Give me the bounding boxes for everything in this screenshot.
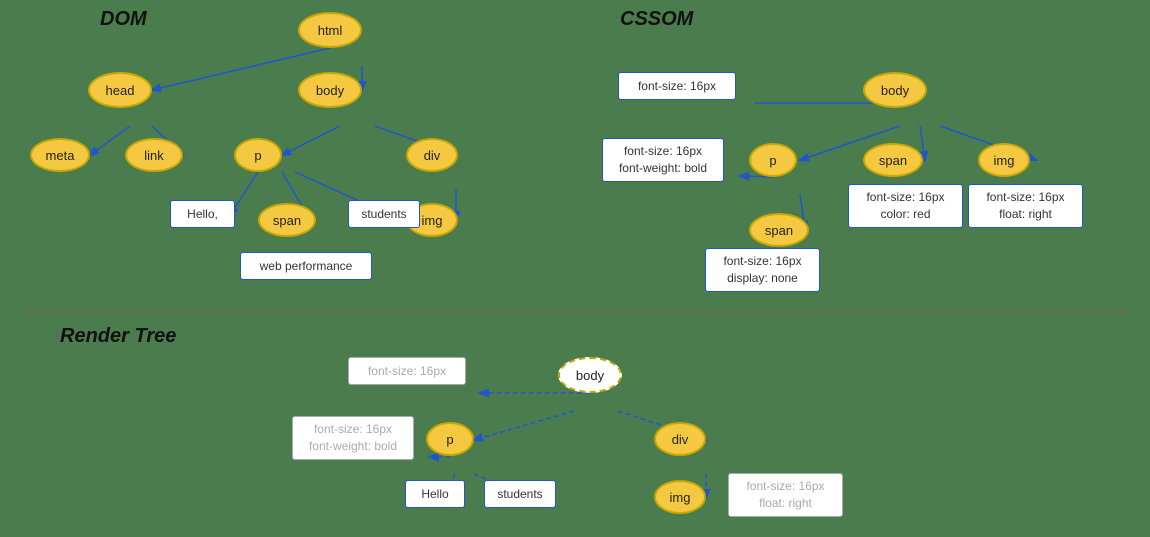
render-p-box: font-size: 16pxfont-weight: bold bbox=[292, 416, 414, 460]
render-body-box: font-size: 16px bbox=[348, 357, 466, 385]
render-students-box: students bbox=[484, 480, 556, 508]
render-body-node: body bbox=[558, 357, 622, 393]
cssom-label: CSSOM bbox=[620, 8, 693, 31]
diagram-container: DOM CSSOM Render Tree bbox=[0, 0, 1150, 537]
cssom-p-box: font-size: 16pxfont-weight: bold bbox=[602, 138, 724, 182]
dom-html-node: html bbox=[298, 12, 362, 48]
render-tree-label: Render Tree bbox=[60, 325, 176, 348]
dom-webperf-box: web performance bbox=[240, 252, 372, 280]
cssom-span-box: font-size: 16pxcolor: red bbox=[848, 184, 963, 228]
render-img-node: img bbox=[654, 480, 706, 514]
dom-link-node: link bbox=[125, 138, 183, 172]
dom-hello-box: Hello, bbox=[170, 200, 235, 228]
render-hello-box: Hello bbox=[405, 480, 465, 508]
cssom-img-node: img bbox=[978, 143, 1030, 177]
render-p-node: p bbox=[426, 422, 474, 456]
cssom-img-box: font-size: 16pxfloat: right bbox=[968, 184, 1083, 228]
cssom-p-node: p bbox=[749, 143, 797, 177]
dom-span-node: span bbox=[258, 203, 316, 237]
dom-p-node: p bbox=[234, 138, 282, 172]
render-div-node: div bbox=[654, 422, 706, 456]
cssom-span-node: span bbox=[863, 143, 923, 177]
cssom-body-node: body bbox=[863, 72, 927, 108]
dom-head-node: head bbox=[88, 72, 152, 108]
dom-students-box: students bbox=[348, 200, 420, 228]
render-img-box: font-size: 16pxfloat: right bbox=[728, 473, 843, 517]
dom-label: DOM bbox=[100, 8, 147, 31]
divider bbox=[20, 310, 1130, 311]
dom-body-node: body bbox=[298, 72, 362, 108]
arrows-svg bbox=[0, 0, 1150, 537]
cssom-span2-node: span bbox=[749, 213, 809, 247]
cssom-body-box: font-size: 16px bbox=[618, 72, 736, 100]
dom-meta-node: meta bbox=[30, 138, 90, 172]
dom-div-node: div bbox=[406, 138, 458, 172]
cssom-span2-box: font-size: 16pxdisplay: none bbox=[705, 248, 820, 292]
